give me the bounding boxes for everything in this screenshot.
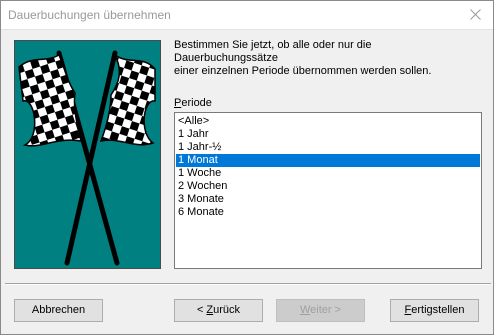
checkered-flags-icon xyxy=(18,50,156,266)
period-list-item[interactable]: 3 Monate xyxy=(176,193,480,206)
period-list-item[interactable]: 1 Jahr xyxy=(176,128,480,141)
next-button-mnemonic: W xyxy=(299,304,311,316)
period-list-item[interactable]: <Alle> xyxy=(176,115,480,128)
period-list-item[interactable]: 1 Woche xyxy=(176,167,480,180)
button-separator xyxy=(5,283,491,285)
finish-button[interactable]: Fertigstellen xyxy=(390,299,479,322)
period-list-item[interactable]: 1 Monat xyxy=(176,154,480,167)
title-separator xyxy=(1,29,493,30)
instruction-text: Bestimmen Sie jetzt, ob alle oder nur di… xyxy=(174,39,432,77)
checkered-flags-illustration xyxy=(14,40,161,269)
back-button-rest: urück xyxy=(213,304,241,316)
period-label: Periode xyxy=(174,97,212,109)
cancel-button[interactable]: Abbrechen xyxy=(14,299,103,322)
close-icon xyxy=(470,9,481,20)
next-button-rest: eiter > xyxy=(310,304,342,316)
window-title: Dauerbuchungen übernehmen xyxy=(8,8,171,22)
close-button[interactable] xyxy=(457,1,493,29)
period-list: <Alle> 1 Jahr 1 Jahr-½ 1 Monat 1 Woche 2… xyxy=(176,115,480,219)
period-list-item[interactable]: 1 Jahr-½ xyxy=(176,141,480,154)
back-button[interactable]: < Zurück xyxy=(174,299,263,322)
period-list-item[interactable]: 6 Monate xyxy=(176,206,480,219)
period-listbox[interactable]: <Alle> 1 Jahr 1 Jahr-½ 1 Monat 1 Woche 2… xyxy=(174,112,482,269)
finish-button-rest: ertigstellen xyxy=(411,304,465,316)
period-list-item[interactable]: 2 Wochen xyxy=(176,180,480,193)
wizard-dialog: Dauerbuchungen übernehmen Bestimmen Sie … xyxy=(0,0,494,335)
next-button[interactable]: Weiter > xyxy=(276,299,365,322)
back-button-prefix: < xyxy=(196,304,207,316)
period-label-rest: eriode xyxy=(181,97,212,109)
title-bar[interactable]: Dauerbuchungen übernehmen xyxy=(1,1,493,29)
